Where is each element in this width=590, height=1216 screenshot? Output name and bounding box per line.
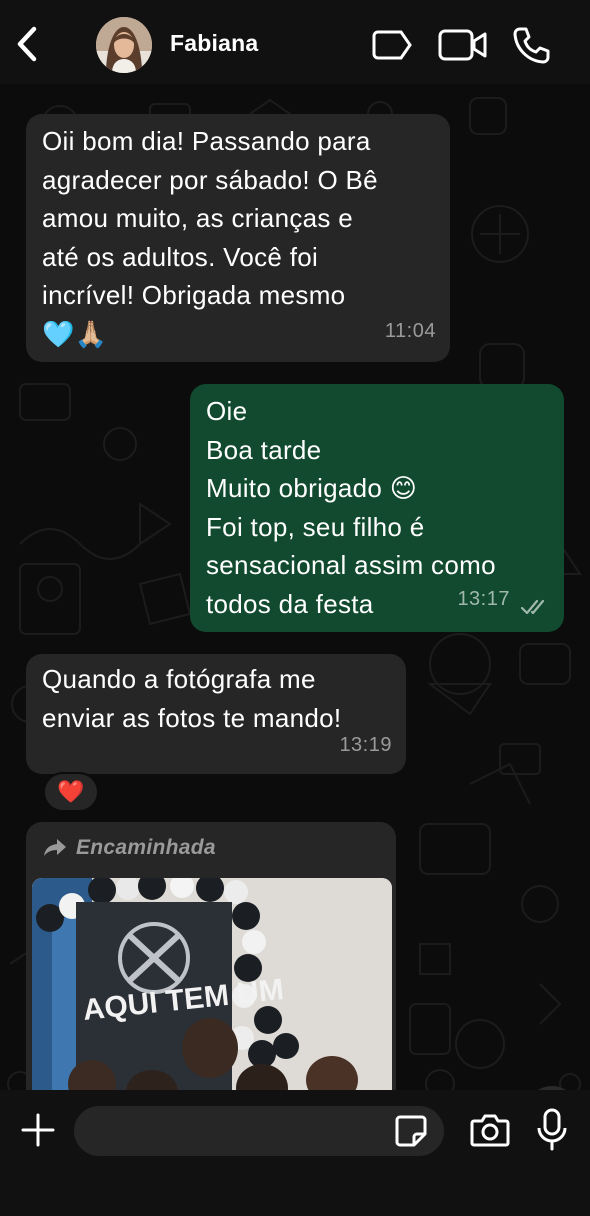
phone-icon xyxy=(513,27,550,64)
message-time: 11:04 xyxy=(384,319,436,342)
message-text: Oii bom dia! Passando para agradecer por… xyxy=(42,126,378,349)
message-bubble-incoming[interactable]: Oii bom dia! Passando para agradecer por… xyxy=(26,114,450,362)
message-time: 13:17 xyxy=(457,587,510,610)
message-bubble-incoming[interactable]: Quando a fotógrafa me enviar as fotos te… xyxy=(26,654,406,774)
camera-icon[interactable] xyxy=(470,1112,510,1148)
back-button[interactable] xyxy=(10,24,44,64)
contact-name[interactable]: Fabiana xyxy=(170,30,258,57)
chat-area[interactable]: Oii bom dia! Passando para agradecer por… xyxy=(0,84,590,1090)
composer-bar xyxy=(0,1090,590,1216)
label-tag-icon xyxy=(372,30,412,60)
reaction-badge[interactable]: ❤️ xyxy=(43,772,99,812)
forwarded-label: Encaminhada xyxy=(76,836,216,859)
label-button[interactable] xyxy=(370,24,414,66)
voice-call-button[interactable] xyxy=(508,24,554,66)
sticker-icon[interactable] xyxy=(394,1114,428,1148)
message-bubble-outgoing[interactable]: Oie Boa tarde Muito obrigado 😊 Foi top, … xyxy=(190,384,564,632)
plus-icon xyxy=(21,1113,55,1147)
heart-reaction-icon: ❤️ xyxy=(57,779,85,804)
chevron-left-icon xyxy=(17,26,37,62)
forwarded-image-message[interactable]: Encaminhada AQUI TEM UM xyxy=(26,822,396,1090)
party-photo[interactable]: AQUI TEM UM xyxy=(32,878,392,1090)
attach-button[interactable] xyxy=(18,1110,58,1150)
avatar[interactable] xyxy=(96,17,152,73)
forward-arrow-icon xyxy=(44,839,66,856)
double-check-read-icon xyxy=(520,599,545,615)
chat-header: Fabiana xyxy=(0,0,590,84)
video-call-icon xyxy=(438,29,487,61)
message-time: 13:19 xyxy=(339,733,392,756)
microphone-icon[interactable] xyxy=(536,1108,568,1152)
video-call-button[interactable] xyxy=(436,24,490,66)
message-input[interactable] xyxy=(74,1106,444,1156)
